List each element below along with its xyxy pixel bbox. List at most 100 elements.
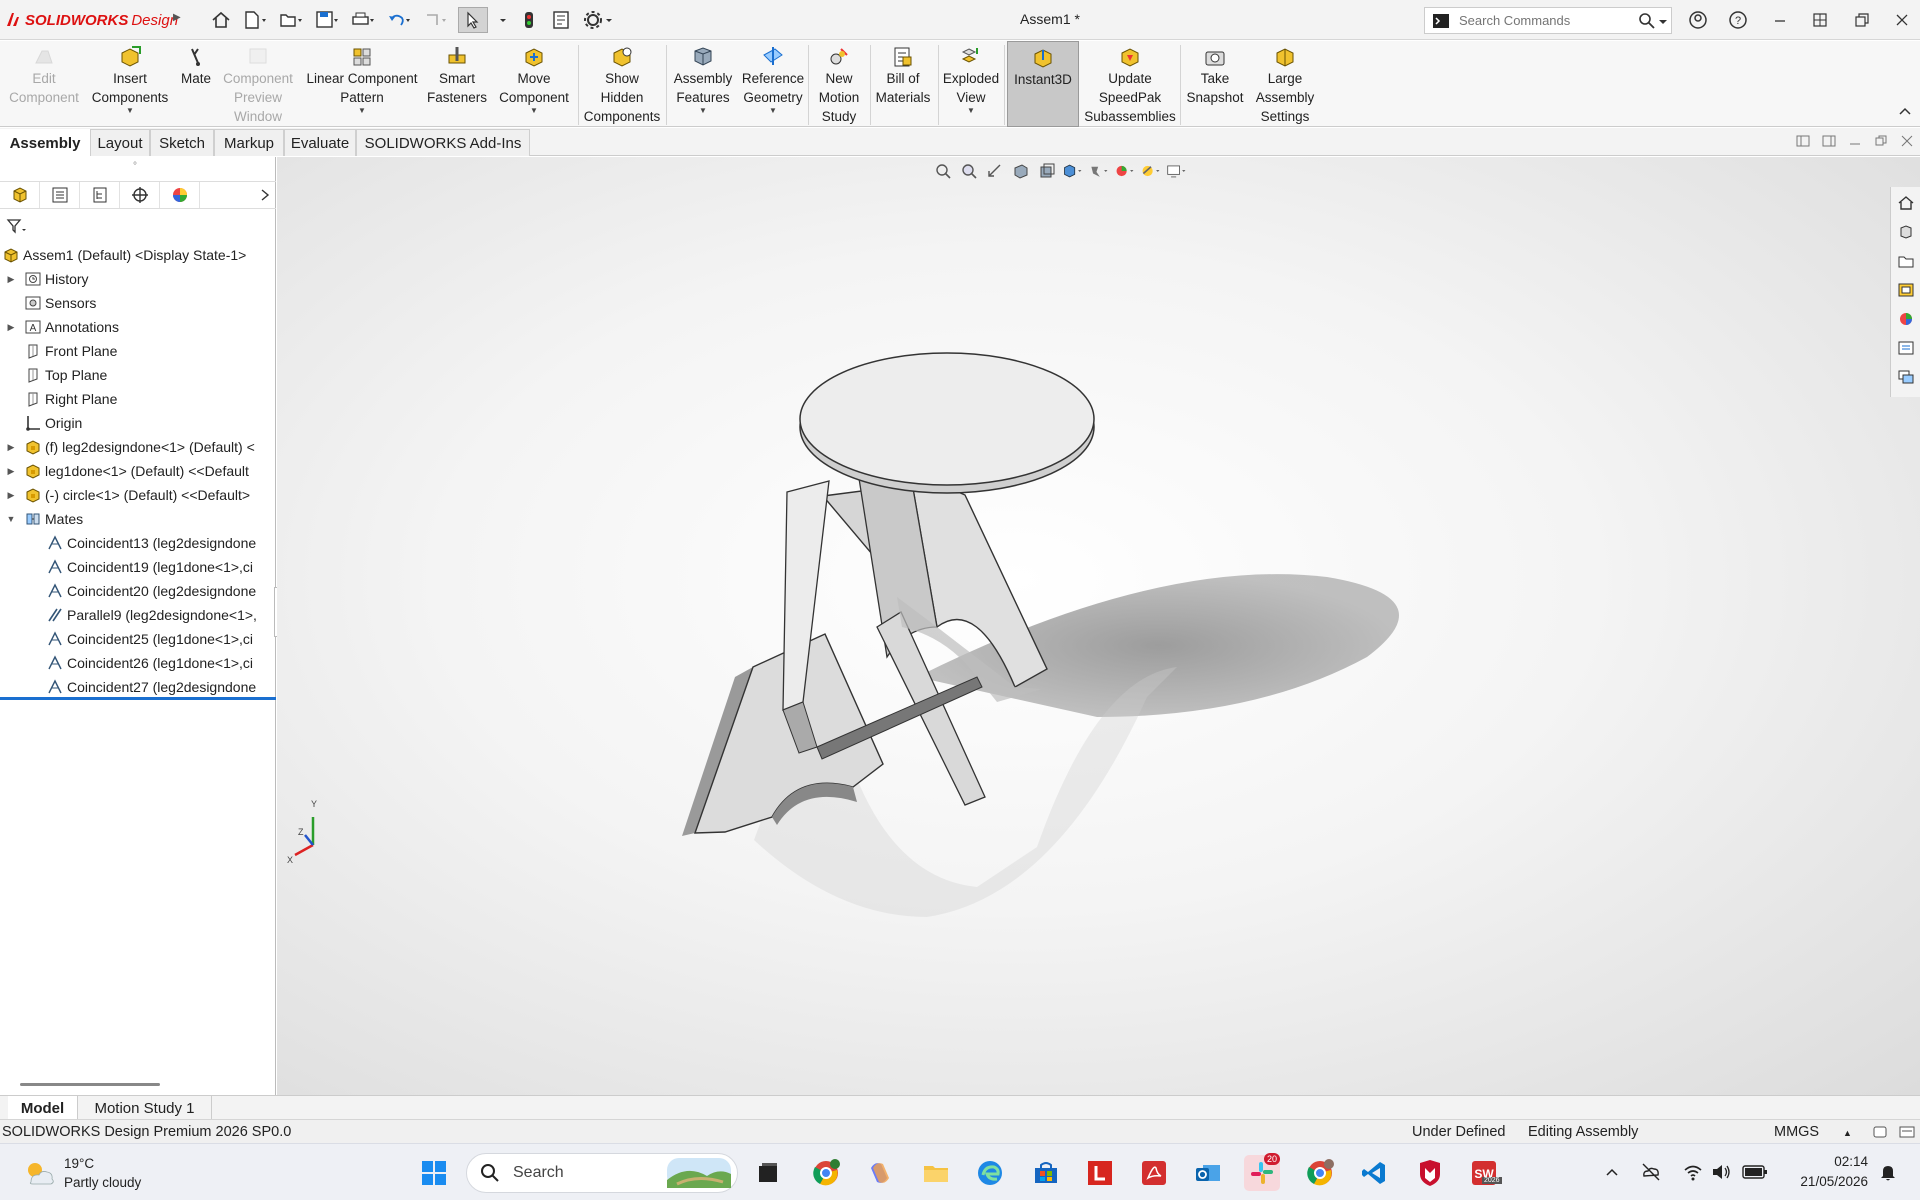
tab-markup[interactable]: Markup <box>214 129 284 156</box>
clock[interactable]: 02:14 21/05/2026 <box>1778 1152 1868 1192</box>
linear-pattern-button[interactable]: Linear Component Pattern ▼ <box>300 41 424 127</box>
volume-icon[interactable] <box>1710 1161 1732 1183</box>
reference-geometry-button[interactable]: Reference Geometry ▼ <box>738 41 808 127</box>
snapshot-button[interactable]: Take Snapshot <box>1180 41 1250 127</box>
ribbon-dropdown-caret-icon[interactable]: ▼ <box>358 107 366 115</box>
graphics-area[interactable]: Y Z X <box>277 157 1920 1095</box>
taskbar-mcafee[interactable] <box>1412 1155 1448 1191</box>
featuremanager-tab[interactable] <box>0 182 40 208</box>
ribbon-dropdown-caret-icon[interactable]: ▼ <box>769 107 777 115</box>
tree-item[interactable]: Right Plane <box>0 387 274 411</box>
tree-item[interactable]: ▼ Mates <box>0 507 274 531</box>
mate-tree-item[interactable]: Coincident20 (leg2designdone <box>0 579 274 603</box>
taskbar-slack[interactable]: 20 <box>1244 1153 1281 1191</box>
tab-layout[interactable]: Layout <box>90 129 150 156</box>
dimxpert-tab[interactable] <box>120 182 160 208</box>
ribbon-dropdown-caret-icon[interactable]: ▼ <box>530 107 538 115</box>
tree-item[interactable]: Origin <box>0 411 274 435</box>
insert-components-button[interactable]: Insert Components ▼ <box>88 41 172 127</box>
undo-icon[interactable] <box>386 9 412 31</box>
tile-window-button[interactable] <box>1806 8 1834 32</box>
search-magnifier-icon[interactable] <box>1637 11 1657 31</box>
show-hidden-button[interactable]: Show Hidden Components <box>578 41 666 127</box>
component-preview-button[interactable]: Component Preview Window <box>216 41 300 127</box>
move-component-button[interactable]: Move Component ▼ <box>490 41 578 127</box>
tree-expander-icon[interactable]: ▶ <box>6 442 16 453</box>
taskbar-chrome-profile[interactable] <box>808 1155 844 1191</box>
battery-icon[interactable] <box>1742 1163 1768 1181</box>
taskbar-pdf-app[interactable] <box>1136 1155 1172 1191</box>
displaymanager-tab[interactable] <box>160 182 200 208</box>
rebuild-status-icon[interactable] <box>1872 1124 1890 1140</box>
tree-item[interactable]: Top Plane <box>0 363 274 387</box>
new-motion-study-button[interactable]: New Motion Study <box>810 41 868 127</box>
tree-item[interactable]: ▶ A Annotations <box>0 315 274 339</box>
tab-evaluate[interactable]: Evaluate <box>284 129 356 156</box>
help-icon[interactable]: ? <box>1724 8 1752 32</box>
tree-expander-icon[interactable]: ▶ <box>6 466 16 477</box>
mate-button[interactable]: Mate <box>176 41 216 127</box>
panel-splitter-handle[interactable]: ° <box>133 161 137 172</box>
new-document-icon[interactable] <box>242 9 268 31</box>
home-icon[interactable] <box>210 9 232 31</box>
tree-item[interactable]: ▶ leg1done<1> (Default) <<Default <box>0 459 274 483</box>
tab-assembly[interactable]: Assembly <box>0 129 90 156</box>
tree-item[interactable]: ▶ History <box>0 267 274 291</box>
custom-properties-icon[interactable] <box>1895 336 1917 360</box>
menu-expand-arrow-icon[interactable]: ▶ <box>173 12 181 23</box>
mate-tree-item[interactable]: Parallel9 (leg2designdone<1>, <box>0 603 274 627</box>
file-properties-icon[interactable] <box>550 9 572 31</box>
propertymanager-tab[interactable] <box>40 182 80 208</box>
search-commands-box[interactable] <box>1424 7 1672 34</box>
tab-model[interactable]: Model <box>8 1096 78 1120</box>
large-assembly-button[interactable]: Large Assembly Settings <box>1250 41 1320 127</box>
units-caret-icon[interactable]: ▲ <box>1843 1128 1852 1138</box>
tree-expander-icon[interactable]: ▶ <box>6 322 16 333</box>
search-dropdown-icon[interactable] <box>1657 11 1669 31</box>
doc-restore-icon[interactable] <box>1874 134 1888 148</box>
restore-window-button[interactable] <box>1848 8 1876 32</box>
tree-horizontal-scrollbar[interactable] <box>20 1083 160 1086</box>
tree-item[interactable]: Assem1 (Default) <Display State-1> <box>0 243 274 267</box>
bill-of-materials-button[interactable]: Bill of Materials <box>870 41 936 127</box>
taskbar-edge[interactable] <box>972 1155 1008 1191</box>
options-gear-icon[interactable] <box>582 9 614 31</box>
unit-system[interactable]: MMGS <box>1774 1124 1819 1140</box>
taskbar-solidworks[interactable]: SW 2026 <box>1466 1155 1502 1191</box>
taskbar-microsoft-store[interactable] <box>1028 1155 1064 1191</box>
onedrive-offline-icon[interactable] <box>1640 1161 1662 1183</box>
collapse-ribbon-icon[interactable] <box>1898 104 1912 118</box>
stool-3d-model[interactable] <box>277 157 1920 1095</box>
exploded-view-button[interactable]: Exploded View ▼ <box>938 41 1004 127</box>
start-button[interactable] <box>416 1155 452 1191</box>
tree-item[interactable]: ▶ (f) leg2designdone<1> (Default) < <box>0 435 274 459</box>
mate-tree-item[interactable]: Coincident25 (leg1done<1>,ci <box>0 627 274 651</box>
mate-tree-item[interactable]: Coincident13 (leg2designdone <box>0 531 274 555</box>
manager-tabs-more[interactable] <box>200 182 276 208</box>
speedpak-button[interactable]: Update SpeedPak Subassemblies <box>1080 41 1180 127</box>
tree-item[interactable]: Sensors <box>0 291 274 315</box>
taskbar-l-app[interactable] <box>1082 1155 1118 1191</box>
account-icon[interactable] <box>1684 8 1712 32</box>
design-library-icon[interactable] <box>1895 220 1917 244</box>
panel-left-icon[interactable] <box>1796 134 1810 148</box>
taskbar-copilot[interactable] <box>862 1155 898 1191</box>
save-icon[interactable] <box>314 9 340 31</box>
ribbon-dropdown-caret-icon[interactable]: ▼ <box>967 107 975 115</box>
appearances-scenes-icon[interactable] <box>1895 307 1917 331</box>
weather-widget[interactable]: 19°C Partly cloudy <box>22 1154 141 1192</box>
ribbon-dropdown-caret-icon[interactable]: ▼ <box>699 107 707 115</box>
minimize-window-button[interactable] <box>1766 8 1794 32</box>
tree-item[interactable]: Front Plane <box>0 339 274 363</box>
doc-close-icon[interactable] <box>1900 134 1914 148</box>
edit-component-button[interactable]: Edit Component <box>0 41 88 127</box>
tree-item[interactable]: ▶ (-) circle<1> (Default) <<Default> <box>0 483 274 507</box>
tooltip-status-icon[interactable] <box>1898 1124 1916 1140</box>
instant3d-button[interactable]: Instant3D <box>1007 41 1079 127</box>
solidworks-logo[interactable]: SOLIDWORKS Design <box>4 9 178 31</box>
mate-tree-item[interactable]: Coincident26 (leg1done<1>,ci <box>0 651 274 675</box>
tree-expander-icon[interactable]: ▼ <box>6 514 16 524</box>
taskbar-file-explorer[interactable] <box>918 1155 954 1191</box>
tree-filter-icon[interactable] <box>6 217 28 237</box>
select-tool-button[interactable] <box>458 7 488 33</box>
